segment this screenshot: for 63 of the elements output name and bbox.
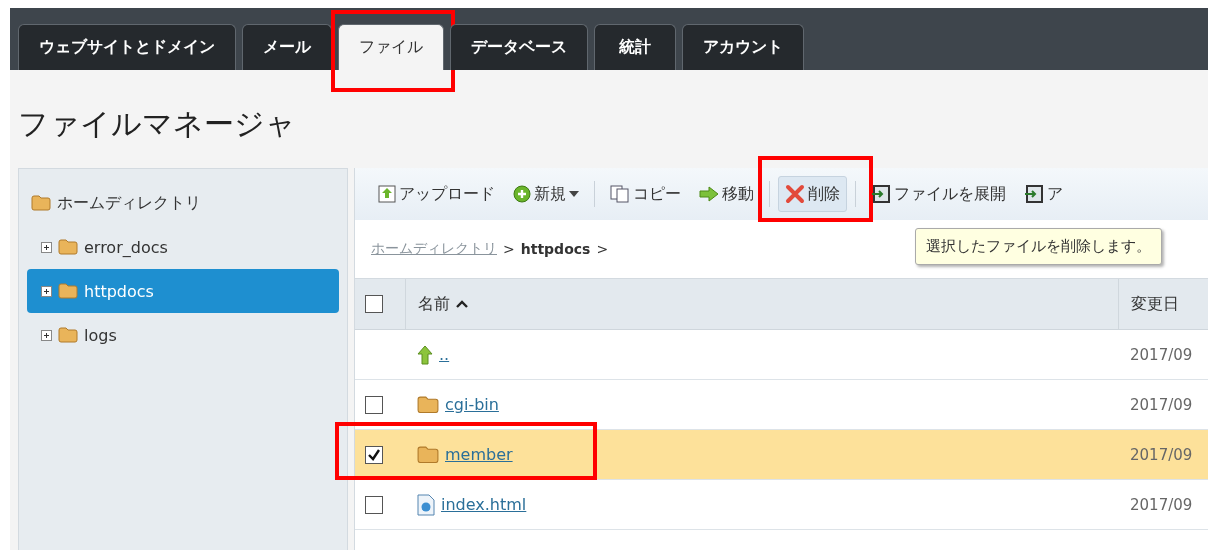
tree-label: error_docs: [84, 237, 168, 257]
expand-icon[interactable]: [41, 241, 52, 253]
folder-icon: [58, 283, 78, 299]
tab[interactable]: 統計: [594, 24, 676, 70]
expand-icon[interactable]: [41, 329, 52, 341]
file-link[interactable]: ..: [439, 345, 450, 364]
file-link[interactable]: index.html: [441, 495, 527, 514]
breadcrumb-current: httpdocs: [520, 241, 591, 257]
toolbar-button[interactable]: 移動: [692, 176, 761, 212]
checkbox[interactable]: [365, 395, 383, 414]
upload-icon: [378, 185, 396, 203]
date-cell-text: 2017/09: [1129, 445, 1194, 464]
tree-label: logs: [84, 325, 117, 345]
tree-label: httpdocs: [84, 281, 154, 301]
table-row[interactable]: member 2017/09: [355, 430, 1208, 480]
archive-icon: [1024, 185, 1044, 203]
tree-label: ホームディレクトリ: [57, 192, 201, 214]
tab[interactable]: メール: [242, 24, 332, 70]
header-label: 変更日: [1131, 293, 1179, 315]
breadcrumb-separator: >: [596, 241, 609, 257]
tree-item[interactable]: logs: [27, 313, 339, 357]
toolbar-button[interactable]: 新規: [506, 176, 586, 212]
checkbox[interactable]: [365, 495, 383, 514]
page-title: ファイルマネージャ: [17, 105, 297, 143]
toolbar-button[interactable]: 削除: [778, 176, 847, 212]
tab[interactable]: ファイル: [338, 24, 444, 70]
folder-icon: [417, 395, 439, 414]
copy-icon: [610, 185, 630, 203]
tree-item[interactable]: httpdocs: [27, 269, 339, 313]
check-icon: [367, 447, 381, 462]
breadcrumb-separator: >: [503, 241, 515, 257]
toolbar-button[interactable]: ア: [1017, 176, 1070, 212]
toolbar-button[interactable]: アップロード: [371, 176, 502, 212]
arrow-right-icon: [699, 186, 719, 202]
date-cell-text: 2017/09: [1129, 495, 1194, 514]
toolbar-button[interactable]: ファイルを展開: [864, 176, 1013, 212]
tree-item[interactable]: ホームディレクトリ: [27, 181, 339, 225]
folder-icon: [31, 195, 51, 211]
caret-icon: [569, 191, 579, 197]
tree-item[interactable]: error_docs: [27, 225, 339, 269]
cross-icon: [785, 184, 805, 204]
column-header[interactable]: 変更日: [1118, 279, 1208, 329]
archive-icon: [871, 185, 891, 203]
file-link[interactable]: cgi-bin: [445, 395, 499, 414]
folder-icon: [417, 445, 439, 464]
toolbar-button[interactable]: コピー: [603, 176, 688, 212]
header-label: 名前: [418, 293, 450, 315]
tooltip: 選択したファイルを削除します。: [915, 228, 1162, 265]
tab[interactable]: アカウント: [682, 24, 804, 70]
web-file-icon: [417, 493, 435, 516]
file-link[interactable]: member: [445, 445, 513, 464]
plus-icon: [513, 185, 531, 203]
date-cell-text: 2017/09: [1129, 395, 1194, 414]
column-header[interactable]: 名前: [405, 279, 1118, 329]
folder-icon: [58, 239, 78, 255]
checkbox[interactable]: [365, 295, 383, 313]
up-arrow-icon: [417, 344, 433, 365]
tab[interactable]: ウェブサイトとドメイン: [18, 24, 236, 70]
folder-icon: [58, 327, 78, 343]
checkbox[interactable]: [365, 445, 383, 464]
expand-icon[interactable]: [41, 285, 52, 297]
date-cell-text: 2017/09: [1129, 345, 1194, 364]
tab[interactable]: データベース: [450, 24, 588, 70]
